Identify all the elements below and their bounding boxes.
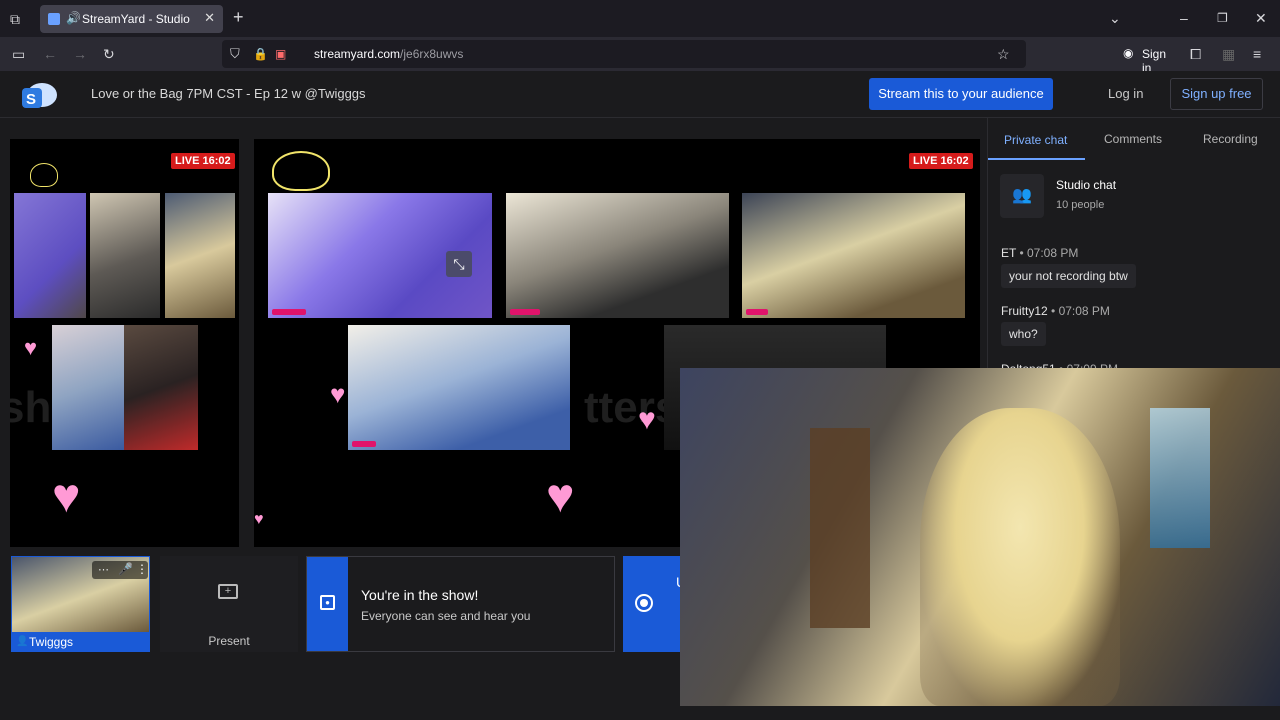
tab-comments[interactable]: Comments [1104, 132, 1162, 146]
live-badge: LIVE 16:02 [171, 153, 235, 169]
restore-icon[interactable]: ❐ [1217, 10, 1228, 26]
tab-label: Private chat [1004, 133, 1068, 147]
picture-in-picture-camera[interactable] [680, 368, 1280, 706]
name-tag [746, 309, 768, 315]
camera-feed [742, 193, 965, 318]
heart-icon: ♥ [254, 511, 264, 528]
person-badge-icon: ● [320, 595, 335, 610]
streamyard-favicon-icon [48, 13, 60, 25]
record-icon [635, 594, 653, 612]
person-icon: 👤 [16, 636, 29, 647]
sign-in-button[interactable]: ◉ Sign in [1120, 42, 1178, 75]
light [1150, 408, 1210, 548]
back-icon[interactable]: ← [43, 46, 57, 62]
show-logo [30, 163, 58, 187]
name-tag [352, 441, 376, 447]
camera-feed [124, 325, 198, 450]
present-label: Present [208, 634, 250, 648]
notice-side-bar: ● [307, 557, 348, 651]
menu-icon[interactable]: ≡ [1253, 46, 1261, 62]
extension-icon[interactable]: ▦ [1222, 46, 1235, 62]
lock-icon[interactable]: 🔒 [253, 46, 268, 62]
expand-icon[interactable]: ⤡ [446, 251, 472, 277]
camera-feed [506, 193, 729, 318]
bookmark-star-icon[interactable]: ☆ [997, 46, 1010, 62]
camera-feed [348, 325, 570, 450]
door [810, 428, 870, 628]
name-tag [272, 309, 306, 315]
sidebar-toggle-icon[interactable]: ▭ [12, 46, 25, 62]
browser-tab-bar: ⧉ 🔊 StreamYard - Studio ✕ + ⌄ – ❐ ✕ [0, 0, 1280, 37]
tab-private-chat[interactable]: Private chat [988, 118, 1085, 160]
tab-title: StreamYard - Studio [82, 12, 190, 26]
present-button[interactable]: + Present [160, 556, 298, 652]
reload-icon[interactable]: ↻ [103, 46, 115, 62]
login-link[interactable]: Log in [1108, 86, 1143, 101]
recording-notice: U [623, 556, 680, 652]
notice-title: You're in the show! [361, 587, 479, 603]
tab-recording[interactable]: Recording [1203, 132, 1258, 146]
studio-chat-count: 10 people [1056, 199, 1105, 211]
list-all-tabs-icon[interactable]: ⌄ [1109, 10, 1121, 26]
camera-feed: ⤡ [268, 193, 492, 318]
name-tag [510, 309, 540, 315]
microphone-icon[interactable]: 🎤 [118, 562, 133, 576]
live-badge: LIVE 16:02 [909, 153, 973, 169]
minimize-icon[interactable]: – [1180, 10, 1188, 26]
message-header: Fruitty12 • 07:08 PM [1001, 304, 1110, 318]
browser-tab[interactable]: 🔊 StreamYard - Studio ✕ [40, 5, 223, 33]
self-name-label: 👤 Twigggs [11, 632, 150, 652]
heart-icon: ♥ [330, 379, 346, 409]
new-tab-icon[interactable]: + [233, 8, 244, 26]
camera-feed [52, 325, 124, 450]
speaker-icon[interactable]: 🔊 [66, 11, 81, 25]
notice-subtitle: Everyone can see and hear you [361, 609, 531, 623]
present-screen-icon: + [218, 584, 238, 599]
message-body: who? [1001, 322, 1046, 346]
heart-icon: ♥ [638, 403, 656, 436]
svg-text:S: S [26, 91, 36, 108]
people-icon: 👥 [1000, 174, 1044, 218]
signup-button[interactable]: Sign up free [1170, 78, 1263, 110]
heart-icon: ♥ [546, 470, 575, 523]
show-logo [272, 151, 330, 191]
streamyard-logo-icon: S [20, 80, 58, 110]
studio-chat-title: Studio chat [1056, 178, 1117, 192]
heart-icon: ♥ [24, 335, 38, 360]
camera-feed [14, 193, 86, 318]
close-window-icon[interactable]: ✕ [1255, 10, 1267, 26]
shield-icon[interactable]: ⛉ [230, 46, 240, 62]
forward-icon[interactable]: → [73, 46, 87, 62]
tile-controls: ⋯ 🎤 ⋮ [92, 561, 148, 579]
url-text: streamyard.com/je6rx8uwvs [314, 47, 464, 61]
close-tab-icon[interactable]: ✕ [204, 10, 215, 26]
broadcast-title: Love or the Bag 7PM CST - Ep 12 w @Twigg… [91, 86, 366, 101]
message-header: ET • 07:08 PM [1001, 246, 1079, 260]
more-options-icon[interactable]: ⋮ [136, 562, 148, 576]
scene-preview-small[interactable]: shutters LIVE 16:02 ♥ ♥ [10, 139, 239, 547]
camera-permission-icon[interactable]: ▣ [275, 46, 286, 62]
more-dots-icon[interactable]: ⋯ [98, 563, 109, 576]
extensions-icon[interactable]: ⧠ [1190, 46, 1201, 62]
account-icon: ◉ [1123, 46, 1134, 60]
tab-list-icon[interactable]: ⧉ [10, 11, 20, 27]
address-bar[interactable]: ⛉ 🔒 ▣ streamyard.com/je6rx8uwvs ☆ [222, 40, 1026, 68]
in-show-notice: ● You're in the show! Everyone can see a… [306, 556, 615, 652]
stream-to-audience-button[interactable]: Stream this to your audience [869, 78, 1053, 110]
person [920, 408, 1120, 706]
message-body: your not recording btw [1001, 264, 1136, 288]
camera-feed [165, 193, 235, 318]
heart-icon: ♥ [52, 470, 81, 523]
camera-feed [90, 193, 160, 318]
